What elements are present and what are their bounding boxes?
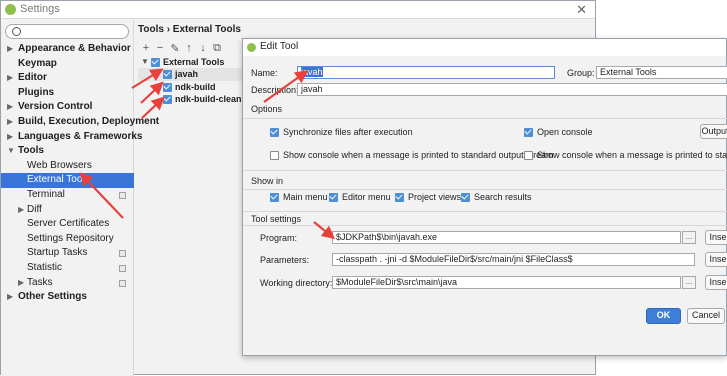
annotation-arrow-ndk-build-clean <box>141 96 165 119</box>
annotation-arrow-external-tools <box>79 172 124 219</box>
annotation-arrow-name-field <box>263 70 309 103</box>
annotation-arrows <box>79 68 336 240</box>
annotation-arrow-javah <box>131 68 164 89</box>
annotation-arrow-ndk-build <box>140 81 164 104</box>
annotation-arrow-program-field <box>313 221 336 240</box>
